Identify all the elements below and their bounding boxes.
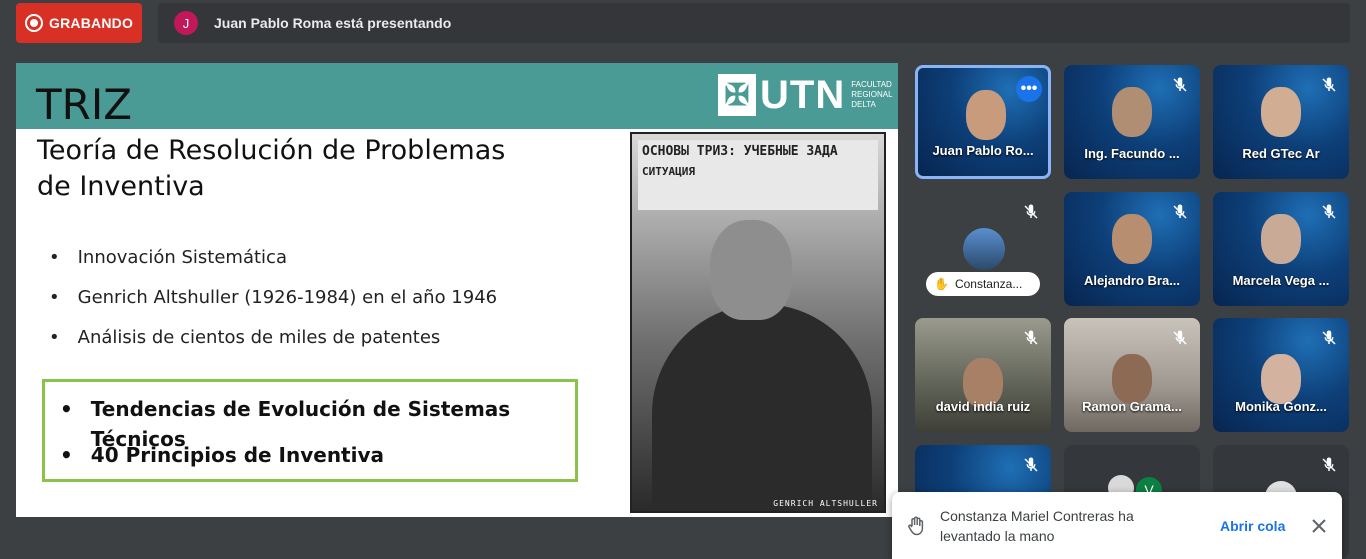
close-icon[interactable] bbox=[1307, 514, 1331, 538]
record-icon bbox=[25, 14, 43, 32]
participant-name: david india ruiz bbox=[935, 399, 1031, 414]
participant-name: Ing. Facundo ... bbox=[1084, 146, 1180, 161]
participant-name: Juan Pablo Ro... bbox=[932, 143, 1034, 158]
presenter-text: Juan Pablo Roma está presentando bbox=[214, 15, 452, 31]
mic-off-icon bbox=[1319, 202, 1339, 222]
open-queue-button[interactable]: Abrir cola bbox=[1220, 518, 1285, 534]
presenter-banner: J Juan Pablo Roma está presentando bbox=[158, 3, 1350, 43]
utn-emblem-icon: ✠ bbox=[718, 74, 756, 116]
participant-video bbox=[1261, 214, 1301, 264]
mic-off-icon bbox=[1170, 328, 1190, 348]
slide-subtitle-line-1: Teoría de Resolución de Problemas bbox=[37, 135, 506, 166]
raised-hand-notification: Constanza Mariel Contreras ha levantado … bbox=[892, 492, 1342, 559]
bullet-item: Genrich Altshuller (1926-1984) en el año… bbox=[49, 283, 497, 323]
participant-name: Constanza... bbox=[954, 277, 1023, 291]
highlight-bullet: 40 Principios de Inventiva bbox=[60, 440, 575, 486]
participant-tile[interactable]: Red GTec Ar bbox=[1213, 65, 1349, 179]
participant-video bbox=[1112, 354, 1152, 404]
mic-off-icon bbox=[1021, 455, 1041, 475]
mic-off-icon bbox=[1319, 75, 1339, 95]
participant-video bbox=[1112, 87, 1152, 137]
participant-avatar bbox=[963, 228, 1005, 270]
participant-name: Monika Gonz... bbox=[1235, 399, 1327, 414]
participant-tile[interactable]: ✋ Constanza... bbox=[915, 192, 1051, 306]
utn-faculty-text: FACULTAD REGIONAL DELTA bbox=[851, 80, 893, 109]
participant-tile[interactable]: Alejandro Bra... bbox=[1064, 192, 1200, 306]
participant-tile[interactable]: ••• Juan Pablo Ro... bbox=[915, 65, 1051, 179]
slide-title: TRIZ bbox=[36, 80, 132, 129]
more-options-button[interactable]: ••• bbox=[1016, 76, 1042, 102]
raised-hand-icon bbox=[908, 516, 928, 536]
mic-off-icon bbox=[1021, 328, 1041, 348]
participant-tile[interactable]: Monika Gonz... bbox=[1213, 318, 1349, 432]
participant-tile[interactable]: Ing. Facundo ... bbox=[1064, 65, 1200, 179]
utn-logo-text: UTN bbox=[760, 73, 846, 117]
bullet-item: Innovación Sistemática bbox=[49, 243, 497, 283]
raised-hand-icon: ✋ bbox=[934, 277, 949, 291]
utn-logo: ✠ UTN FACULTAD REGIONAL DELTA bbox=[718, 74, 895, 116]
participant-tile[interactable]: david india ruiz bbox=[915, 318, 1051, 432]
mic-off-icon bbox=[1170, 202, 1190, 222]
raised-hand-chip: ✋ Constanza... bbox=[926, 272, 1040, 296]
presentation-slide: TRIZ ✠ UTN FACULTAD REGIONAL DELTA Teorí… bbox=[16, 63, 898, 517]
recording-label: GRABANDO bbox=[49, 15, 134, 31]
photo-figure-head bbox=[710, 220, 792, 320]
mic-off-icon bbox=[1170, 75, 1190, 95]
photo-figure-body bbox=[652, 304, 872, 511]
notification-message: Constanza Mariel Contreras ha levantado … bbox=[940, 507, 1134, 544]
altshuller-photo: ОСНОВЫ ТРИЗ: УЧЕБНЫЕ ЗАДА СИТУАЦИЯ GENRI… bbox=[630, 132, 886, 513]
presenter-avatar: J bbox=[174, 11, 198, 35]
participant-tile[interactable]: Marcela Vega ... bbox=[1213, 192, 1349, 306]
participant-name: Alejandro Bra... bbox=[1083, 273, 1181, 288]
mic-off-icon bbox=[1319, 328, 1339, 348]
participant-name: Ramon Grama... bbox=[1082, 399, 1182, 414]
participant-video bbox=[966, 90, 1006, 140]
participant-name: Marcela Vega ... bbox=[1232, 273, 1330, 288]
recording-button[interactable]: GRABANDO bbox=[16, 3, 142, 43]
participant-video bbox=[1261, 354, 1301, 404]
participant-name: Red GTec Ar bbox=[1242, 146, 1320, 161]
bullet-item: Análisis de cientos de miles de patentes bbox=[49, 323, 497, 363]
participant-video bbox=[1261, 87, 1301, 137]
slide-subtitle: Teoría de Resolución de Problemas de Inv… bbox=[37, 133, 537, 205]
photo-caption: GENRICH ALTSHULLER bbox=[773, 499, 878, 508]
highlight-bullet: Tendencias de Evolución de Sistemas Técn… bbox=[60, 394, 575, 451]
slide-bullets: Innovación Sistemática Genrich Altshulle… bbox=[49, 243, 497, 363]
highlight-box: Tendencias de Evolución de Sistemas Técn… bbox=[42, 379, 578, 482]
slide-subtitle-line-2: de Inventiva bbox=[37, 171, 205, 202]
photo-poster: ОСНОВЫ ТРИЗ: УЧЕБНЫЕ ЗАДА СИТУАЦИЯ bbox=[638, 140, 878, 210]
participant-tile[interactable]: Ramon Grama... bbox=[1064, 318, 1200, 432]
mic-off-icon bbox=[1021, 202, 1041, 222]
participant-video bbox=[1112, 214, 1152, 264]
mic-off-icon bbox=[1319, 455, 1339, 475]
